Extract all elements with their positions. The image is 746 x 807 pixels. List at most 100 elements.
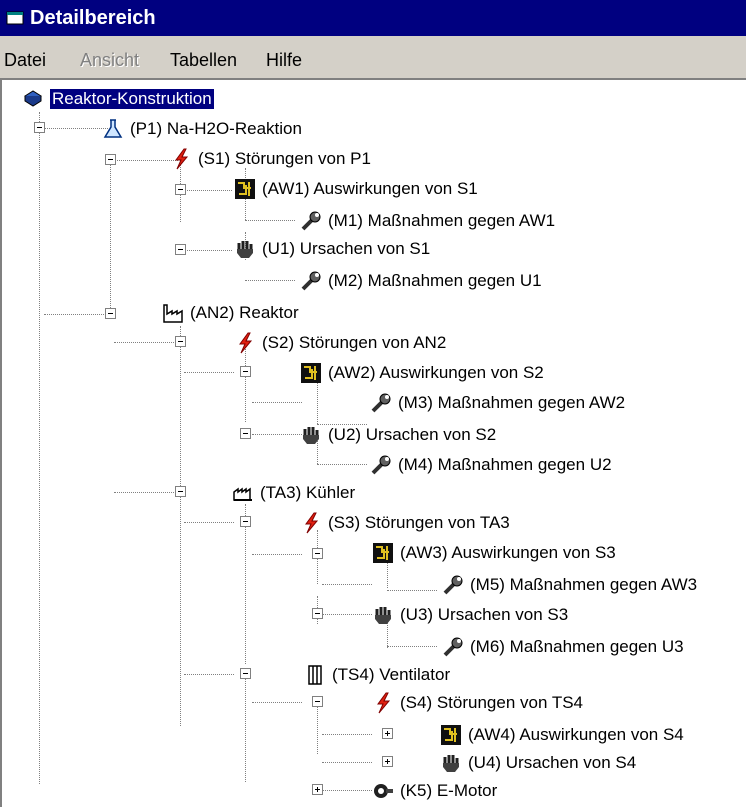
menu-bar: Datei Ansicht Tabellen Hilfe — [0, 44, 746, 76]
tree-line — [252, 702, 302, 703]
tree-line — [245, 676, 246, 782]
tree-node-p1[interactable]: (P1) Na-H2O-Reaktion — [102, 114, 302, 144]
tree-line — [184, 674, 234, 675]
collapse-toggle[interactable] — [175, 244, 186, 255]
hand-icon — [372, 604, 394, 626]
tree-node-label: (M2) Maßnahmen gegen U1 — [328, 271, 542, 290]
tree-line — [245, 504, 246, 664]
tree-node-s4[interactable]: (S4) Störungen von TS4 — [372, 688, 583, 718]
tree-node-m1[interactable]: (M1) Maßnahmen gegen AW1 — [300, 206, 555, 236]
menu-ansicht[interactable]: Ansicht — [80, 44, 139, 76]
tree-node-label: (AN2) Reaktor — [190, 303, 299, 322]
tree-node-s1[interactable]: (S1) Störungen von P1 — [170, 144, 371, 174]
collapse-toggle[interactable] — [175, 486, 186, 497]
circuit-icon — [234, 178, 256, 200]
tree-line — [114, 160, 178, 161]
tree-line — [322, 734, 372, 735]
collapse-toggle[interactable] — [312, 696, 323, 707]
tree-node-s2[interactable]: (S2) Störungen von AN2 — [234, 328, 446, 358]
tree-line — [184, 190, 232, 191]
circuit-icon — [372, 542, 394, 564]
tree-line — [317, 704, 318, 754]
collapse-toggle[interactable] — [105, 154, 116, 165]
menu-tabellen[interactable]: Tabellen — [170, 44, 237, 76]
tree-line — [322, 790, 372, 791]
tree-node-m4[interactable]: (M4) Maßnahmen gegen U2 — [370, 450, 612, 480]
tree-node-label: (U2) Ursachen von S2 — [328, 425, 497, 444]
tree-node-label: (P1) Na-H2O-Reaktion — [130, 119, 302, 138]
tree-node-aw1[interactable]: (AW1) Auswirkungen von S1 — [234, 174, 478, 204]
motor-icon — [372, 780, 394, 802]
collapse-toggle[interactable] — [175, 184, 186, 195]
book-icon — [22, 88, 44, 110]
collapse-toggle[interactable] — [312, 548, 323, 559]
tree-node-an2[interactable]: (AN2) Reaktor — [162, 298, 299, 328]
tree-node-label: (U1) Ursachen von S1 — [262, 239, 431, 258]
title-bar: Detailbereich — [0, 0, 746, 36]
tree-node-m5[interactable]: (M5) Maßnahmen gegen AW3 — [442, 570, 697, 600]
fan-icon — [304, 664, 326, 686]
tree-line — [44, 314, 108, 315]
tree-node-label: (AW3) Auswirkungen von S3 — [400, 543, 616, 562]
tree-node-aw2[interactable]: (AW2) Auswirkungen von S2 — [300, 358, 544, 388]
tree-line — [184, 250, 232, 251]
menu-hilfe[interactable]: Hilfe — [266, 44, 302, 76]
tree-line — [110, 162, 111, 314]
collapse-toggle[interactable] — [240, 366, 251, 377]
tree-node-m3[interactable]: (M3) Maßnahmen gegen AW2 — [370, 388, 625, 418]
tree-node-m2[interactable]: (M2) Maßnahmen gegen U1 — [300, 266, 542, 296]
collapse-toggle[interactable] — [240, 428, 251, 439]
window-title: Detailbereich — [30, 7, 156, 29]
tree-node-label: (M5) Maßnahmen gegen AW3 — [470, 575, 698, 594]
tree-line — [245, 280, 295, 281]
tree-node-m6[interactable]: (M6) Maßnahmen gegen U3 — [442, 632, 684, 662]
wrench-icon — [300, 210, 322, 232]
tree-node-u2[interactable]: (U2) Ursachen von S2 — [300, 420, 496, 450]
tree-line — [252, 402, 302, 403]
expand-toggle[interactable] — [312, 784, 323, 795]
tree-line — [245, 220, 295, 221]
tree-node-k5[interactable]: (K5) E-Motor — [372, 776, 497, 806]
tree-line — [322, 762, 372, 763]
tree-line — [114, 492, 178, 493]
tree-node-label: (TS4) Ventilator — [332, 665, 451, 684]
tree-node-u3[interactable]: (U3) Ursachen von S3 — [372, 600, 568, 630]
tree-node-aw3[interactable]: (AW3) Auswirkungen von S3 — [372, 538, 616, 568]
expand-toggle[interactable] — [382, 728, 393, 739]
tree-view[interactable]: Reaktor-Konstruktion (P1) Na-H2O-Reaktio… — [0, 78, 746, 807]
tree-node-ta3[interactable]: (TA3) Kühler — [232, 478, 355, 508]
tree-line — [322, 584, 372, 585]
tree-node-u4[interactable]: (U4) Ursachen von S4 — [440, 748, 636, 778]
tree-node-label: (S4) Störungen von TS4 — [400, 693, 584, 712]
tree-line — [252, 434, 302, 435]
wrench-icon — [442, 636, 464, 658]
collapse-toggle[interactable] — [34, 122, 45, 133]
hand-icon — [300, 424, 322, 446]
app-icon — [6, 11, 24, 25]
menu-datei[interactable]: Datei — [4, 44, 46, 76]
tree-node-label: (TA3) Kühler — [260, 483, 356, 502]
tree-node-s3[interactable]: (S3) Störungen von TA3 — [300, 508, 510, 538]
tree-node-label: (M6) Maßnahmen gegen U3 — [470, 637, 684, 656]
wrench-icon — [442, 574, 464, 596]
expand-toggle[interactable] — [382, 756, 393, 767]
tree-node-aw4[interactable]: (AW4) Auswirkungen von S4 — [440, 720, 684, 750]
tree-node-root[interactable]: Reaktor-Konstruktion — [22, 84, 215, 114]
collapse-toggle[interactable] — [240, 668, 251, 679]
tree-line — [114, 342, 178, 343]
collapse-toggle[interactable] — [105, 308, 116, 319]
tree-line — [317, 464, 367, 465]
hand-icon — [234, 238, 256, 260]
tree-node-ts4[interactable]: (TS4) Ventilator — [304, 660, 450, 690]
plant-icon — [232, 482, 254, 504]
detail-window: Detailbereich Datei Ansicht Tabellen Hil… — [0, 0, 746, 807]
tree-node-u1[interactable]: (U1) Ursachen von S1 — [234, 234, 430, 264]
tree-node-label: (U3) Ursachen von S3 — [400, 605, 569, 624]
wrench-icon — [300, 270, 322, 292]
tree-line — [184, 522, 234, 523]
collapse-toggle[interactable] — [312, 608, 323, 619]
collapse-toggle[interactable] — [175, 336, 186, 347]
collapse-toggle[interactable] — [240, 516, 251, 527]
tree-node-label: (U4) Ursachen von S4 — [468, 753, 637, 772]
wrench-icon — [370, 454, 392, 476]
